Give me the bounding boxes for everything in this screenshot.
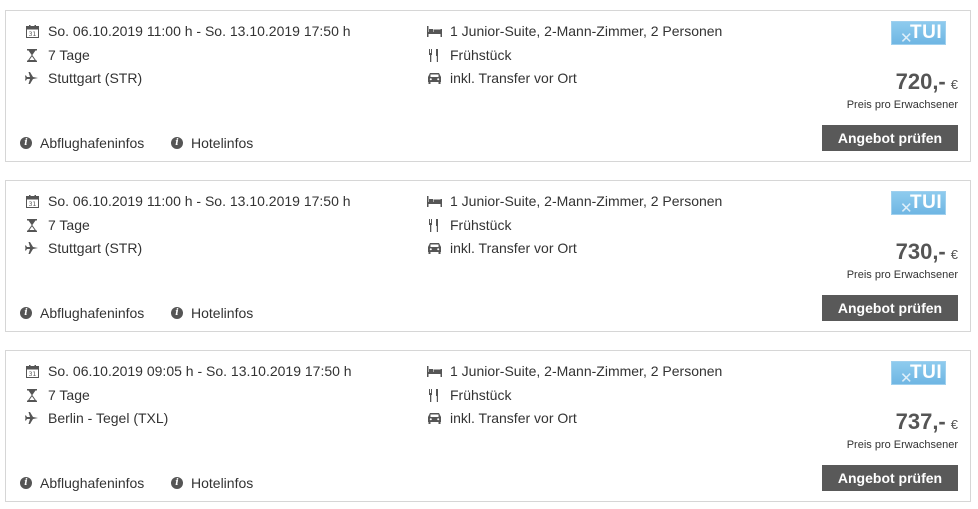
price: 730,- € (896, 239, 958, 265)
board-info-text: Frühstück (450, 387, 512, 403)
travel-dates: 31 So. 06.10.2019 11:00 h - So. 13.10.20… (24, 193, 351, 209)
price-currency: € (950, 77, 958, 92)
hotel-info-label: Hotelinfos (191, 475, 254, 491)
check-offer-button[interactable]: Angebot prüfen (822, 295, 958, 321)
board-info: Frühstück (426, 217, 511, 233)
room-info-text: 1 Junior-Suite, 2-Mann-Zimmer, 2 Persone… (450, 23, 723, 39)
price-note: Preis pro Erwachsener (846, 269, 958, 281)
tui-logo: ✕ TUI (891, 21, 946, 45)
plane-icon (24, 70, 40, 86)
airport-info-label: Abflughafeninfos (40, 475, 145, 491)
airport-info-label: Abflughafeninfos (40, 305, 145, 321)
hourglass-icon (24, 387, 40, 403)
car-icon (426, 240, 442, 256)
hotel-info-link[interactable]: i Hotelinfos (171, 475, 253, 491)
price-note: Preis pro Erwachsener (846, 439, 958, 451)
transfer-info-text: inkl. Transfer vor Ort (450, 70, 577, 86)
car-icon (426, 70, 442, 86)
transfer-info-text: inkl. Transfer vor Ort (450, 410, 577, 426)
info-icon: i (171, 477, 183, 489)
airport-info-link[interactable]: i Abflughafeninfos (20, 135, 144, 151)
duration-text: 7 Tage (48, 217, 90, 233)
price-currency: € (950, 247, 958, 262)
bed-icon (426, 193, 442, 209)
airport-info-link[interactable]: i Abflughafeninfos (20, 305, 144, 321)
price: 737,- € (896, 409, 958, 435)
transfer-info-text: inkl. Transfer vor Ort (450, 240, 577, 256)
price-amount: 737,- (895, 409, 946, 434)
offer-card: 31 So. 06.10.2019 11:00 h - So. 13.10.20… (5, 180, 971, 332)
calendar-icon: 31 (24, 193, 40, 209)
check-offer-button[interactable]: Angebot prüfen (822, 125, 958, 151)
bed-icon (426, 23, 442, 39)
room-info-text: 1 Junior-Suite, 2-Mann-Zimmer, 2 Persone… (450, 193, 723, 209)
transfer-info: inkl. Transfer vor Ort (426, 410, 577, 426)
hourglass-icon (24, 217, 40, 233)
info-icon: i (20, 307, 32, 319)
operator-name: TUI (910, 22, 943, 43)
departure-airport: Berlin - Tegel (TXL) (24, 410, 168, 426)
svg-text:31: 31 (28, 31, 36, 38)
board-info-text: Frühstück (450, 217, 512, 233)
departure-airport: Stuttgart (STR) (24, 70, 142, 86)
travel-dates-text: So. 06.10.2019 11:00 h - So. 13.10.2019 … (48, 193, 351, 209)
plane-icon (24, 240, 40, 256)
transfer-info: inkl. Transfer vor Ort (426, 240, 577, 256)
info-icon: i (20, 137, 32, 149)
calendar-icon: 31 (24, 23, 40, 39)
transfer-info: inkl. Transfer vor Ort (426, 70, 577, 86)
duration: 7 Tage (24, 387, 90, 403)
room-info: 1 Junior-Suite, 2-Mann-Zimmer, 2 Persone… (426, 193, 722, 209)
room-info: 1 Junior-Suite, 2-Mann-Zimmer, 2 Persone… (426, 363, 722, 379)
airport-info-label: Abflughafeninfos (40, 135, 145, 151)
plane-icon (24, 410, 40, 426)
cutlery-icon (426, 387, 442, 403)
board-info: Frühstück (426, 387, 511, 403)
price: 720,- € (896, 69, 958, 95)
departure-airport: Stuttgart (STR) (24, 240, 142, 256)
hotel-info-label: Hotelinfos (191, 305, 254, 321)
car-icon (426, 410, 442, 426)
travel-dates-text: So. 06.10.2019 11:00 h - So. 13.10.2019 … (48, 23, 351, 39)
duration: 7 Tage (24, 217, 90, 233)
check-offer-button[interactable]: Angebot prüfen (822, 465, 958, 491)
cutlery-icon (426, 47, 442, 63)
hotel-info-link[interactable]: i Hotelinfos (171, 135, 253, 151)
room-info-text: 1 Junior-Suite, 2-Mann-Zimmer, 2 Persone… (450, 363, 723, 379)
departure-airport-text: Berlin - Tegel (TXL) (48, 410, 169, 426)
svg-text:31: 31 (28, 201, 36, 208)
departure-airport-text: Stuttgart (STR) (48, 240, 143, 256)
cutlery-icon (426, 217, 442, 233)
price-note: Preis pro Erwachsener (846, 99, 958, 111)
duration-text: 7 Tage (48, 387, 90, 403)
travel-dates: 31 So. 06.10.2019 11:00 h - So. 13.10.20… (24, 23, 351, 39)
offer-card: 31 So. 06.10.2019 09:05 h - So. 13.10.20… (5, 350, 971, 502)
tui-logo: ✕ TUI (891, 191, 946, 215)
info-icon: i (171, 307, 183, 319)
hourglass-icon (24, 47, 40, 63)
duration-text: 7 Tage (48, 47, 90, 63)
tui-logo: ✕ TUI (891, 361, 946, 385)
duration: 7 Tage (24, 47, 90, 63)
hotel-info-label: Hotelinfos (191, 135, 254, 151)
room-info: 1 Junior-Suite, 2-Mann-Zimmer, 2 Persone… (426, 23, 722, 39)
info-icon: i (171, 137, 183, 149)
hotel-info-link[interactable]: i Hotelinfos (171, 305, 253, 321)
departure-airport-text: Stuttgart (STR) (48, 70, 143, 86)
travel-dates-text: So. 06.10.2019 09:05 h - So. 13.10.2019 … (48, 363, 352, 379)
board-info-text: Frühstück (450, 47, 512, 63)
info-icon: i (20, 477, 32, 489)
price-amount: 730,- (895, 239, 946, 264)
svg-text:31: 31 (28, 371, 36, 378)
operator-name: TUI (910, 362, 943, 383)
operator-name: TUI (910, 192, 943, 213)
offer-card: 31 So. 06.10.2019 11:00 h - So. 13.10.20… (5, 10, 971, 162)
calendar-icon: 31 (24, 363, 40, 379)
price-currency: € (950, 417, 958, 432)
price-amount: 720,- (895, 69, 946, 94)
travel-dates: 31 So. 06.10.2019 09:05 h - So. 13.10.20… (24, 363, 352, 379)
bed-icon (426, 363, 442, 379)
board-info: Frühstück (426, 47, 511, 63)
airport-info-link[interactable]: i Abflughafeninfos (20, 475, 144, 491)
